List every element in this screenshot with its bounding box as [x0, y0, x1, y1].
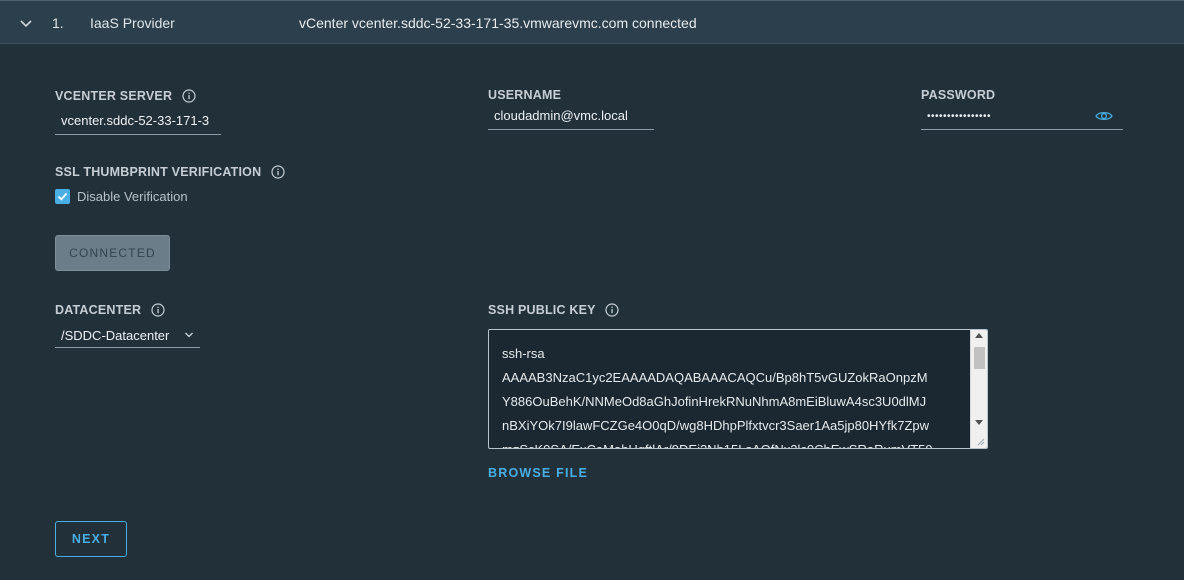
ssh-key-line: Y886OuBehK/NNMeOd8aGhJofinHrekRNuNhmA8mE…	[502, 394, 927, 409]
vcenter-server-input[interactable]: vcenter.sddc-52-33-171-3	[55, 109, 221, 135]
ssh-public-key-label: SSH PUBLIC KEY	[488, 303, 619, 317]
password-label: PASSWORD	[921, 88, 996, 102]
ssh-public-key-textarea[interactable]: ssh-rsa AAAAB3NzaC1yc2EAAAADAQABAAACAQCu…	[488, 329, 988, 449]
info-icon[interactable]	[605, 303, 619, 317]
chevron-down-icon[interactable]	[18, 15, 34, 31]
ssh-key-line: AAAAB3NzaC1yc2EAAAADAQABAAACAQCu/Bp8hT5v…	[502, 370, 928, 385]
info-icon[interactable]	[182, 89, 196, 103]
password-masked-value: ••••••••••••••••	[927, 111, 992, 122]
disable-verification-checkbox[interactable]	[55, 189, 70, 204]
browse-file-link[interactable]: BROWSE FILE	[488, 466, 588, 480]
ssh-key-text: ssh-rsa AAAAB3NzaC1yc2EAAAADAQABAAACAQCu…	[502, 342, 933, 448]
checkmark-icon	[57, 192, 68, 201]
password-input[interactable]: ••••••••••••••••	[921, 104, 1123, 130]
chevron-down-icon	[185, 332, 193, 338]
step-header[interactable]: 1. IaaS Provider vCenter vcenter.sddc-52…	[0, 0, 1184, 44]
vcenter-server-label: VCENTER SERVER	[55, 89, 196, 103]
step-status: vCenter vcenter.sddc-52-33-171-35.vmware…	[299, 15, 697, 31]
step-title: IaaS Provider	[90, 15, 175, 31]
info-icon[interactable]	[151, 303, 165, 317]
datacenter-select[interactable]: /SDDC-Datacenter	[55, 322, 200, 348]
ssh-key-line: ssh-rsa	[502, 346, 545, 361]
disable-verification-label[interactable]: Disable Verification	[77, 189, 188, 204]
info-icon[interactable]	[271, 165, 285, 179]
scroll-up-arrow-icon[interactable]	[975, 333, 983, 338]
step-number: 1.	[52, 15, 64, 31]
ssl-thumbprint-label: SSL THUMBPRINT VERIFICATION	[55, 165, 285, 179]
ssh-key-line: nBXiYOk7I9lawFCZGe4O0qD/wg8HDhpPlfxtvcr3…	[502, 418, 930, 433]
textarea-scrollbar[interactable]	[970, 330, 987, 448]
scrollbar-thumb[interactable]	[974, 347, 985, 369]
next-button[interactable]: NEXT	[55, 521, 127, 557]
eye-icon[interactable]	[1095, 109, 1113, 123]
username-label: USERNAME	[488, 88, 562, 102]
ssh-key-line: mzScK0SA/ExCaMabHgftlAr/9DEi2Nb15LsAQfNx…	[502, 438, 933, 448]
datacenter-label: DATACENTER	[55, 303, 165, 317]
resize-handle-icon[interactable]	[975, 436, 985, 446]
scroll-down-arrow-icon[interactable]	[975, 420, 983, 425]
username-input[interactable]: cloudadmin@vmc.local	[488, 104, 654, 130]
connected-button[interactable]: CONNECTED	[55, 235, 170, 271]
